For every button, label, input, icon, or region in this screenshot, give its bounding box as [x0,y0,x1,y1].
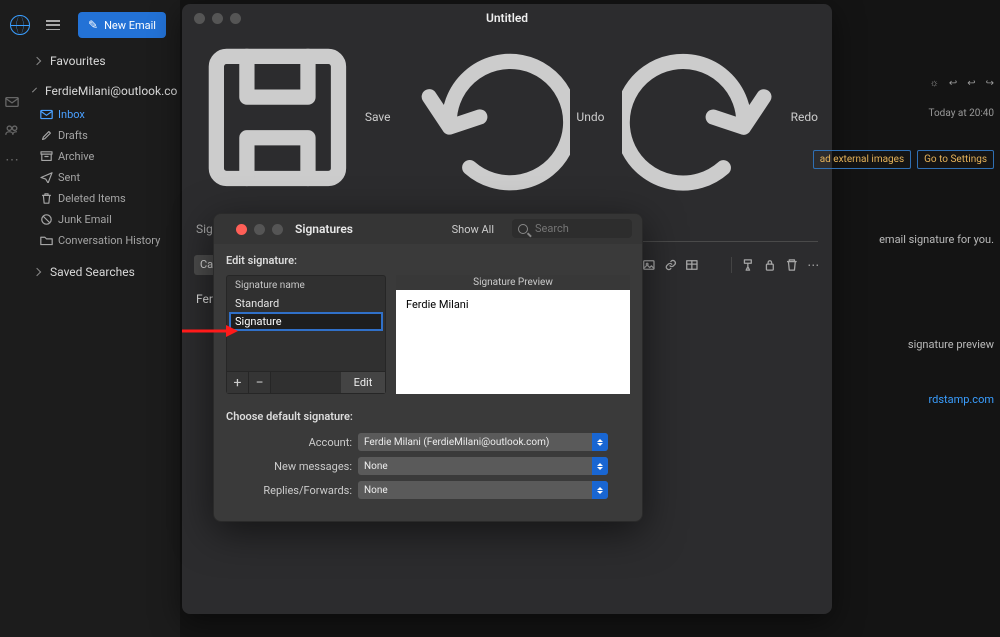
chevron-updown-icon [592,481,608,499]
window-title: Untitled [182,11,832,25]
folder-list: Inbox Drafts Archive Sent Deleted Items Junk … [24,102,180,261]
signature-row[interactable]: Standard [227,295,385,312]
reply-all-icon[interactable]: ↩ [967,78,975,89]
sidebar-item-inbox[interactable]: Inbox [24,104,180,125]
traffic-lights[interactable] [182,13,241,24]
favourites-label: Favourites [50,54,106,68]
remove-signature-button[interactable]: − [249,372,271,393]
compose-icon: ✎ [88,18,98,32]
sidebar-item-label: Sent [58,171,80,184]
pencil-icon [40,130,53,141]
sidebar-item-label: Drafts [58,129,88,142]
redo-button[interactable]: Redo [622,36,818,198]
dropdown-icon[interactable] [707,255,721,275]
choose-default-label: Choose default signature: [226,410,630,423]
junk-icon [40,214,53,225]
more-format-button[interactable]: ⋯ [806,255,820,275]
sidebar-item-label: Archive [58,150,94,163]
new-email-button[interactable]: ✎ New Email [78,12,166,38]
close-icon[interactable] [236,224,247,235]
sidebar-item-junk-email[interactable]: Junk Email [24,209,180,230]
chevron-updown-icon [592,457,608,475]
mail-rail-icon[interactable] [5,96,19,108]
search-input[interactable] [533,221,623,236]
background-text-2: signature preview [908,338,994,351]
left-rail: ⋯ [0,92,24,637]
signature-list-header: Signature name [227,276,385,295]
sidebar-item-sent[interactable]: Sent [24,167,180,188]
signature-rename-input[interactable] [231,314,381,329]
load-images-button[interactable]: ad external images [813,150,911,169]
account-select[interactable]: Ferdie Milani (FerdieMilani@outlook.com) [358,433,608,451]
edit-signature-label: Edit signature: [226,254,630,267]
brightness-icon[interactable]: ☼ [930,78,939,89]
background-text-1: email signature for you. [879,233,994,246]
preview-body: Ferdie Milani [396,290,630,394]
archive-icon [40,151,53,162]
lock-button[interactable] [763,255,777,275]
inbox-icon [40,109,53,120]
signature-preview-panel: Signature Preview Ferdie Milani [396,275,630,394]
folder-icon [40,235,53,246]
background-link[interactable]: rdstamp.com [929,393,995,406]
undo-button[interactable]: Undo [409,36,605,198]
saved-searches-header[interactable]: Saved Searches [24,261,180,283]
signatures-titlebar[interactable]: Signatures Show All [214,214,642,244]
sidebar: ✎ New Email ⋯ Favourites FerdieMilani@ou… [0,0,180,637]
trash-icon [40,193,53,204]
new-messages-select[interactable]: None [358,457,608,475]
sidebar-item-conversation-history[interactable]: Conversation History [24,230,180,251]
undo-label: Undo [576,110,604,124]
sidebar-item-archive[interactable]: Archive [24,146,180,167]
search-icon [518,224,528,234]
window-titlebar[interactable]: Untitled [182,4,832,32]
sidebar-item-label: Conversation History [58,234,160,247]
header-actions: ☼ ↩ ↩ ↪ [930,78,994,89]
account-label: Account: [226,436,358,449]
save-label: Save [365,110,391,124]
signature-row-editing[interactable] [229,312,383,331]
reply-icon[interactable]: ↩ [949,78,957,89]
go-to-settings-button[interactable]: Go to Settings [917,150,994,169]
replies-select[interactable]: None [358,481,608,499]
forward-icon[interactable]: ↪ [986,78,994,89]
modal-traffic-lights[interactable] [224,224,283,235]
new-email-label: New Email [104,19,156,32]
signatures-modal: Signatures Show All Edit signature: Sign… [213,213,643,522]
link-button[interactable] [664,255,678,275]
message-time: Today at 20:40 [929,108,995,119]
sidebar-item-drafts[interactable]: Drafts [24,125,180,146]
signatures-title: Signatures [295,222,353,236]
table-button[interactable] [685,255,699,275]
more-rail-icon[interactable]: ⋯ [5,152,19,168]
preview-header: Signature Preview [396,275,630,290]
sent-icon [40,172,53,183]
account-header[interactable]: FerdieMilani@outlook.co [24,80,180,102]
replies-label: Replies/Forwards: [226,484,358,497]
account-label: FerdieMilani@outlook.co [45,84,177,98]
save-button[interactable]: Save [196,36,391,199]
saved-searches-label: Saved Searches [50,265,135,279]
delete-button[interactable] [785,255,799,275]
favourites-header[interactable]: Favourites [24,50,180,72]
format-painter-button[interactable] [741,255,755,275]
message-banner-buttons: ad external images Go to Settings [813,150,994,169]
signature-list: Signature name Standard + − Edit [226,275,386,394]
sidebar-item-label: Junk Email [58,213,112,226]
add-signature-button[interactable]: + [227,372,249,393]
sidebar-item-label: Deleted Items [58,192,126,205]
menu-icon[interactable] [46,20,60,30]
sidebar-item-label: Inbox [58,108,85,121]
chevron-updown-icon [592,433,608,451]
picture-button[interactable] [642,255,656,275]
edit-signature-button[interactable]: Edit [341,372,385,393]
show-all-button[interactable]: Show All [452,223,494,236]
new-messages-label: New messages: [226,460,358,473]
preferences-search[interactable] [512,219,632,238]
sidebar-item-deleted-items[interactable]: Deleted Items [24,188,180,209]
globe-icon [10,15,30,35]
people-rail-icon[interactable] [5,124,19,136]
redo-label: Redo [791,110,818,124]
